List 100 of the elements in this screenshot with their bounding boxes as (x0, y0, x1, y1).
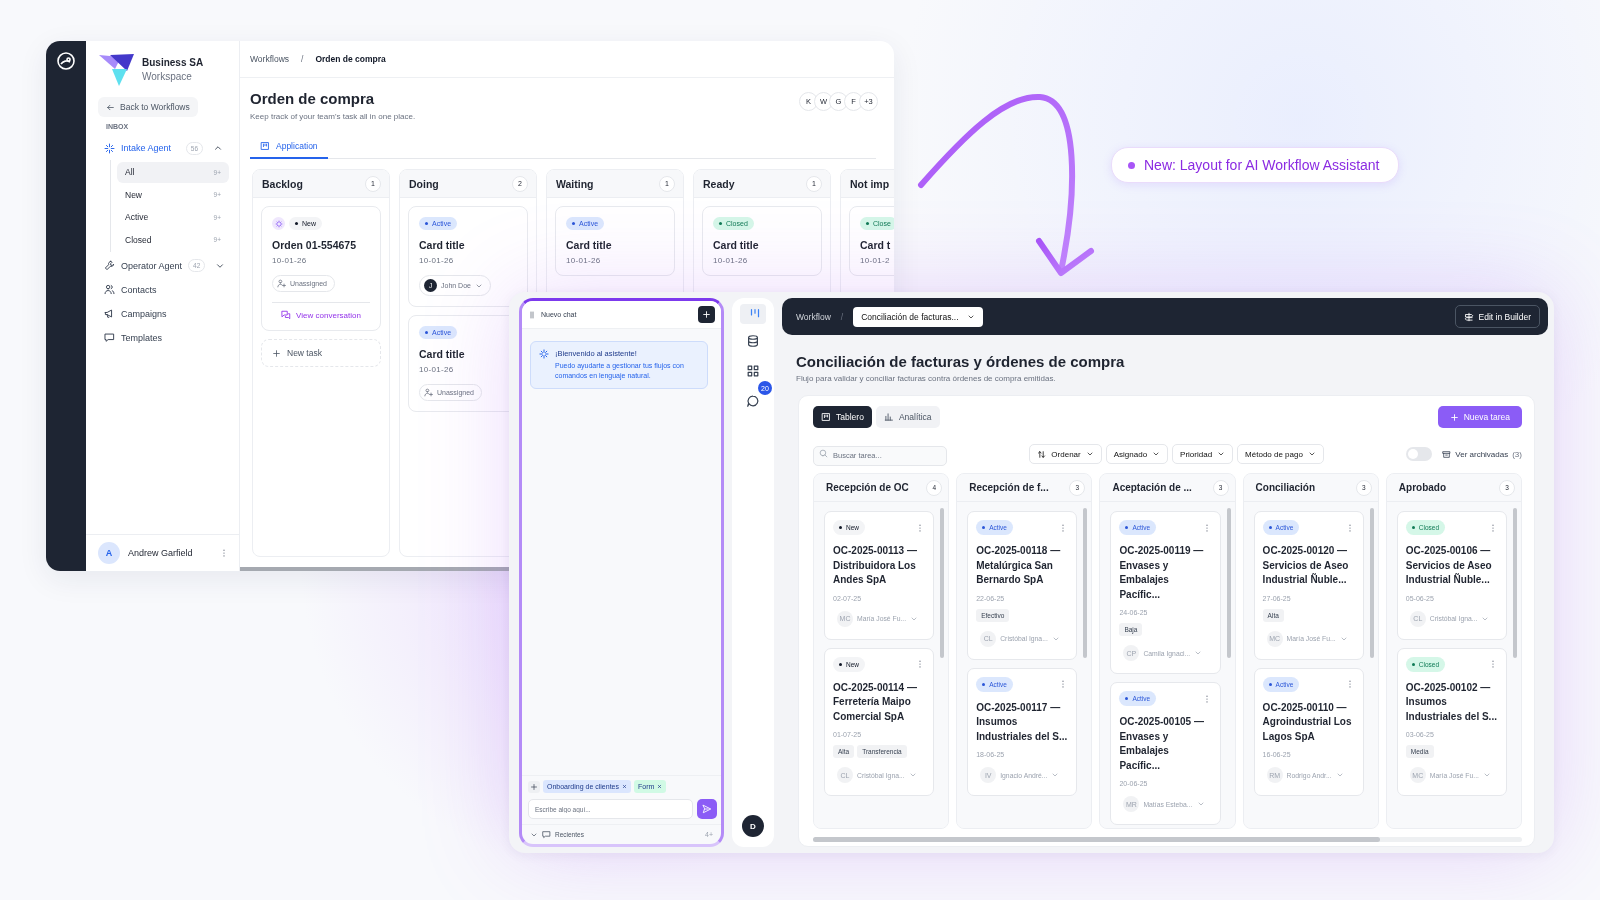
workspace-logo (98, 51, 134, 87)
breadcrumb-link[interactable]: Workflow (796, 311, 831, 322)
column-title: Doing (409, 177, 439, 190)
grip-icon (528, 310, 536, 319)
card-date: 10-01-26 (419, 256, 455, 265)
column-title: Aceptación de ... (1112, 482, 1192, 493)
breadcrumb-separator: / (840, 311, 844, 322)
plus-icon (702, 310, 711, 319)
filter-dropdown[interactable]: Prioridad (1172, 444, 1234, 464)
logo-icon (56, 51, 76, 71)
chat-bubble-icon (104, 332, 115, 343)
toggle-switch[interactable] (1406, 447, 1433, 461)
page-subtitle: Keep track of your team's task all in one place. (250, 112, 416, 121)
page-subtitle: Flujo para validar y conciliar facturas contra órdenes de compra emitidas. (796, 374, 1057, 383)
breadcrumb-separator: / (301, 54, 304, 64)
chevron-down-icon (1051, 771, 1060, 779)
archived-toggle-label[interactable]: Ver archivadas (1442, 449, 1509, 459)
bar-chart-icon (883, 412, 894, 422)
card-title: OC-2025-00110 — Agroindustrial Los Lagos SpA (1262, 700, 1353, 744)
card-date: 10-01-26 (566, 256, 602, 265)
wrench-icon (104, 260, 115, 271)
filter-dropdown[interactable]: Asignado (1105, 444, 1169, 464)
sort-icon (1037, 449, 1047, 459)
people-icon (104, 284, 115, 295)
grid-icon (746, 364, 760, 378)
card-title: OC-2025-00119 — Envases y Embalajes Pacífic... (1119, 544, 1205, 602)
card-title: OC-2025-00102 — Insumos Industriales del S... (1405, 680, 1498, 724)
chevron-down-icon (1196, 800, 1205, 808)
add-context-button[interactable] (528, 780, 540, 793)
chat-bubbles-icon (281, 310, 292, 320)
view-tab[interactable]: Tablero (813, 406, 872, 428)
user-avatar: A (98, 542, 120, 564)
card-title: Orden 01-554675 (272, 239, 358, 251)
breadcrumb-link[interactable]: Workflows (250, 54, 290, 64)
chevron-down-icon (1482, 771, 1491, 779)
column-title: Waiting (556, 177, 594, 190)
new-chat-button[interactable] (698, 306, 715, 323)
workspace-subtitle: Workspace (142, 70, 193, 82)
column-title: Recepción de OC (826, 482, 909, 493)
filter-dropdown[interactable]: Método de pago (1237, 444, 1324, 464)
announcement-text: New: Layout for AI Workflow Assistant (1144, 157, 1380, 173)
chat-bubble-icon (542, 830, 551, 839)
chevron-down-icon (1085, 450, 1094, 458)
nav-item[interactable]: Templates (98, 325, 229, 350)
new-task-button[interactable]: Nueva tarea (1437, 406, 1522, 428)
chevron-down-icon (908, 771, 917, 779)
card-date: 10-01-26 (419, 365, 455, 374)
megaphone-icon (104, 308, 115, 319)
archive-icon (1442, 449, 1452, 459)
search-icon (819, 449, 828, 458)
card-title: Card title (419, 348, 466, 360)
card-title: OC-2025-00113 — Distribuidora Los Andes SpA (833, 544, 918, 587)
chevron-down-icon (1152, 450, 1161, 458)
plus-icon (272, 348, 281, 358)
user-avatar: D (742, 815, 764, 837)
send-icon (702, 804, 712, 814)
card-title: OC-2025-00106 — Servicios de Aseo Industrial Ñuble... (1405, 544, 1493, 587)
status-dot (1128, 161, 1135, 169)
tab[interactable]: Application (250, 135, 328, 159)
card-title: Card title (419, 239, 466, 251)
card-title: OC-2025-00105 — Envases y Embalajes Pacífic... (1119, 715, 1205, 773)
back-button[interactable]: Back to Workflows (98, 97, 198, 117)
new-task-button[interactable]: New task (261, 339, 381, 367)
nav-item[interactable]: Campaigns (98, 301, 229, 326)
card-title: OC-2025-00118 — Metalúrgica San Bernardo SpA (976, 544, 1062, 587)
person-add-icon (277, 279, 286, 288)
column-title: Backlog (262, 177, 303, 190)
chat-bubble-icon (746, 394, 760, 408)
column-title: Conciliación (1255, 482, 1316, 493)
workflow-select[interactable]: Conciliación de facturas... (853, 306, 983, 327)
arrow-left-icon (106, 102, 115, 112)
edit-in-builder-button[interactable]: Edit in Builder (1454, 305, 1540, 328)
signpost-icon (1463, 311, 1474, 322)
nav-item[interactable]: Contacts (98, 277, 229, 302)
close-icon (657, 784, 663, 789)
chevron-down-icon (1194, 649, 1203, 657)
archived-count: (3) (1512, 449, 1522, 459)
card-date: 10-01-2 (860, 256, 891, 265)
sparkle-icon (539, 349, 549, 359)
board-icon (821, 412, 831, 422)
workspace-name: Business SA (142, 56, 204, 68)
card-title: Card title (566, 239, 613, 251)
send-button[interactable] (697, 799, 717, 819)
chevron-down-icon (1217, 450, 1226, 458)
column-title: Not imp (850, 177, 890, 190)
view-conversation-link[interactable]: View conversation (281, 310, 361, 320)
person-add-icon (424, 388, 433, 397)
column-title: Recepción de f... (969, 482, 1049, 493)
close-icon (622, 784, 627, 789)
view-tab[interactable]: Analítica (875, 406, 940, 428)
board-icon (260, 141, 270, 151)
breadcrumb-current: Orden de compra (315, 54, 386, 64)
filter-dropdown[interactable]: Ordenar (1029, 444, 1102, 464)
chevron-down-icon (1307, 450, 1316, 458)
chevron-down-icon (1335, 771, 1344, 779)
sparkle-icon (104, 142, 115, 154)
card-date: 10-01-26 (272, 256, 308, 265)
plus-icon (1449, 412, 1459, 422)
user-name: Andrew Garfield (128, 548, 193, 558)
card-title: Card t (860, 239, 892, 251)
